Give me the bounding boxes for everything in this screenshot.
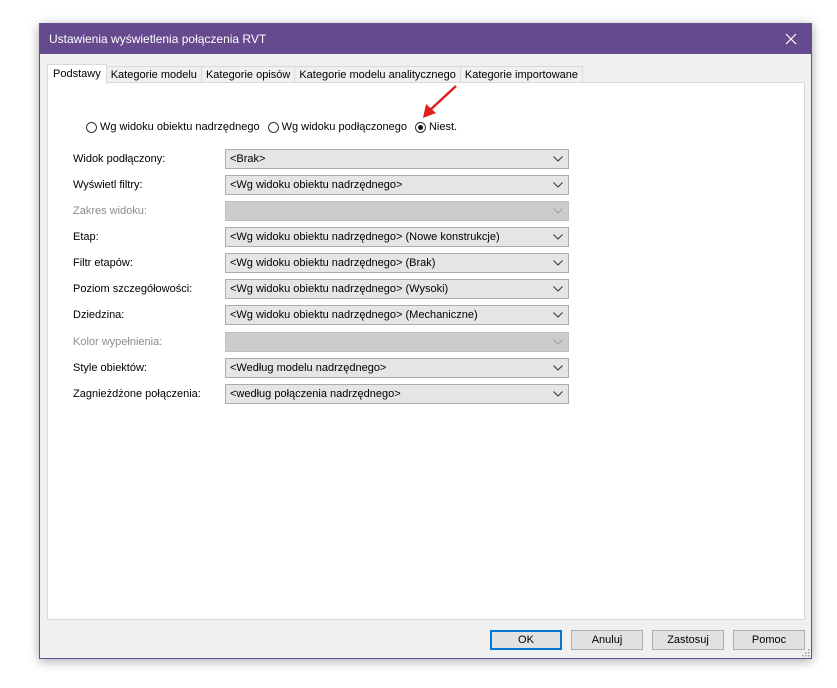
field-label: Etap: [73,231,99,243]
apply-button[interactable]: Zastosuj [652,630,724,650]
chevron-down-icon [553,156,563,162]
close-button[interactable] [771,24,811,54]
field-row-view-range: Zakres widoku: [73,201,569,221]
radio-circle [86,121,97,133]
nested-links-dropdown[interactable]: <według połączenia nadrzędnego> [225,384,569,404]
discipline-dropdown[interactable]: <Wg widoku obiektu nadrzędnego> (Mechani… [225,305,569,325]
tab-kategorie-opisow[interactable]: Kategorie opisów [200,66,296,83]
field-label: Dziedzina: [73,309,125,321]
chevron-down-icon [553,312,563,318]
field-label: Wyświetl filtry: [73,179,143,191]
view-filters-dropdown[interactable]: <Wg widoku obiektu nadrzędnego> [225,175,569,195]
view-range-dropdown [225,201,569,221]
field-row-linked-view: Widok podłączony: <Brak> [73,149,569,169]
radio-by-host-view[interactable]: Wg widoku obiektu nadrzędnego [86,121,260,133]
radio-label: Wg widoku podłączonego [281,121,407,133]
help-button[interactable]: Pomoc [733,630,805,650]
tab-kategorie-modelu-analitycznego[interactable]: Kategorie modelu analitycznego [294,66,461,83]
chevron-down-icon [553,182,563,188]
field-label: Widok podłączony: [73,153,166,165]
dropdown-value: <Według modelu nadrzędnego> [230,362,387,374]
dialog-title: Ustawienia wyświetlenia połączenia RVT [49,32,267,46]
field-row-phase-filter: Filtr etapów: <Wg widoku obiektu nadrzęd… [73,253,569,273]
fill-color-dropdown [225,332,569,352]
chevron-down-icon [553,260,563,266]
radio-circle-checked [414,121,426,133]
field-row-discipline: Dziedzina: <Wg widoku obiektu nadrzędneg… [73,305,569,325]
display-mode-radio-group: Wg widoku obiektu nadrzędnego Wg widoku … [86,121,465,133]
tab-panel-podstawy: Wg widoku obiektu nadrzędnego Wg widoku … [47,82,805,620]
chevron-down-icon [553,286,563,292]
tab-kategorie-importowane[interactable]: Kategorie importowane [459,66,583,83]
field-label: Filtr etapów: [73,257,133,269]
dropdown-value: <Brak> [230,153,266,165]
dropdown-value: <Wg widoku obiektu nadrzędnego> (Wysoki) [230,283,449,295]
object-styles-dropdown[interactable]: <Według modelu nadrzędnego> [225,358,569,378]
red-annotation-arrow-icon [423,85,457,118]
phase-filter-dropdown[interactable]: <Wg widoku obiektu nadrzędnego> (Brak) [225,253,569,273]
radio-by-linked-view[interactable]: Wg widoku podłączonego [267,121,407,133]
tab-strip: Podstawy Kategorie modelu Kategorie opis… [47,64,583,84]
field-row-fill-color: Kolor wypełnienia: [73,332,569,352]
dropdown-value: <Wg widoku obiektu nadrzędnego> (Brak) [230,257,436,269]
dropdown-value: <Wg widoku obiektu nadrzędnego> (Mechani… [230,309,478,321]
chevron-down-icon [553,365,563,371]
detail-level-dropdown[interactable]: <Wg widoku obiektu nadrzędnego> (Wysoki) [225,279,569,299]
field-label: Zakres widoku: [73,205,147,217]
field-row-view-filters: Wyświetl filtry: <Wg widoku obiektu nadr… [73,175,569,195]
field-row-detail-level: Poziom szczegółowości: <Wg widoku obiekt… [73,279,569,299]
radio-circle [267,121,279,133]
field-label: Zagnieżdżone połączenia: [73,388,201,400]
chevron-down-icon [553,234,563,240]
close-icon [785,33,797,45]
field-row-nested-links: Zagnieżdżone połączenia: <według połącze… [73,384,569,404]
dropdown-value: <Wg widoku obiektu nadrzędnego> [230,179,403,191]
radio-label: Wg widoku obiektu nadrzędnego [100,121,260,133]
title-bar[interactable]: Ustawienia wyświetlenia połączenia RVT [40,24,811,54]
tab-kategorie-modelu[interactable]: Kategorie modelu [105,66,202,83]
dropdown-value: <Wg widoku obiektu nadrzędnego> (Nowe ko… [230,231,500,243]
linked-view-dropdown[interactable]: <Brak> [225,149,569,169]
chevron-down-icon [553,391,563,397]
phase-dropdown[interactable]: <Wg widoku obiektu nadrzędnego> (Nowe ko… [225,227,569,247]
chevron-down-icon [553,208,563,214]
dialog-buttons: OK Anuluj Zastosuj Pomoc [40,630,813,650]
field-row-phase: Etap: <Wg widoku obiektu nadrzędnego> (N… [73,227,569,247]
tab-podstawy[interactable]: Podstawy [47,64,107,84]
cancel-button[interactable]: Anuluj [571,630,643,650]
resize-grip-icon[interactable] [800,647,810,657]
dropdown-value: <według połączenia nadrzędnego> [230,388,401,400]
field-label: Kolor wypełnienia: [73,336,163,348]
field-row-object-styles: Style obiektów: <Według modelu nadrzędne… [73,358,569,378]
chevron-down-icon [553,339,563,345]
field-label: Style obiektów: [73,362,147,374]
ok-button[interactable]: OK [490,630,562,650]
field-label: Poziom szczegółowości: [73,283,193,295]
